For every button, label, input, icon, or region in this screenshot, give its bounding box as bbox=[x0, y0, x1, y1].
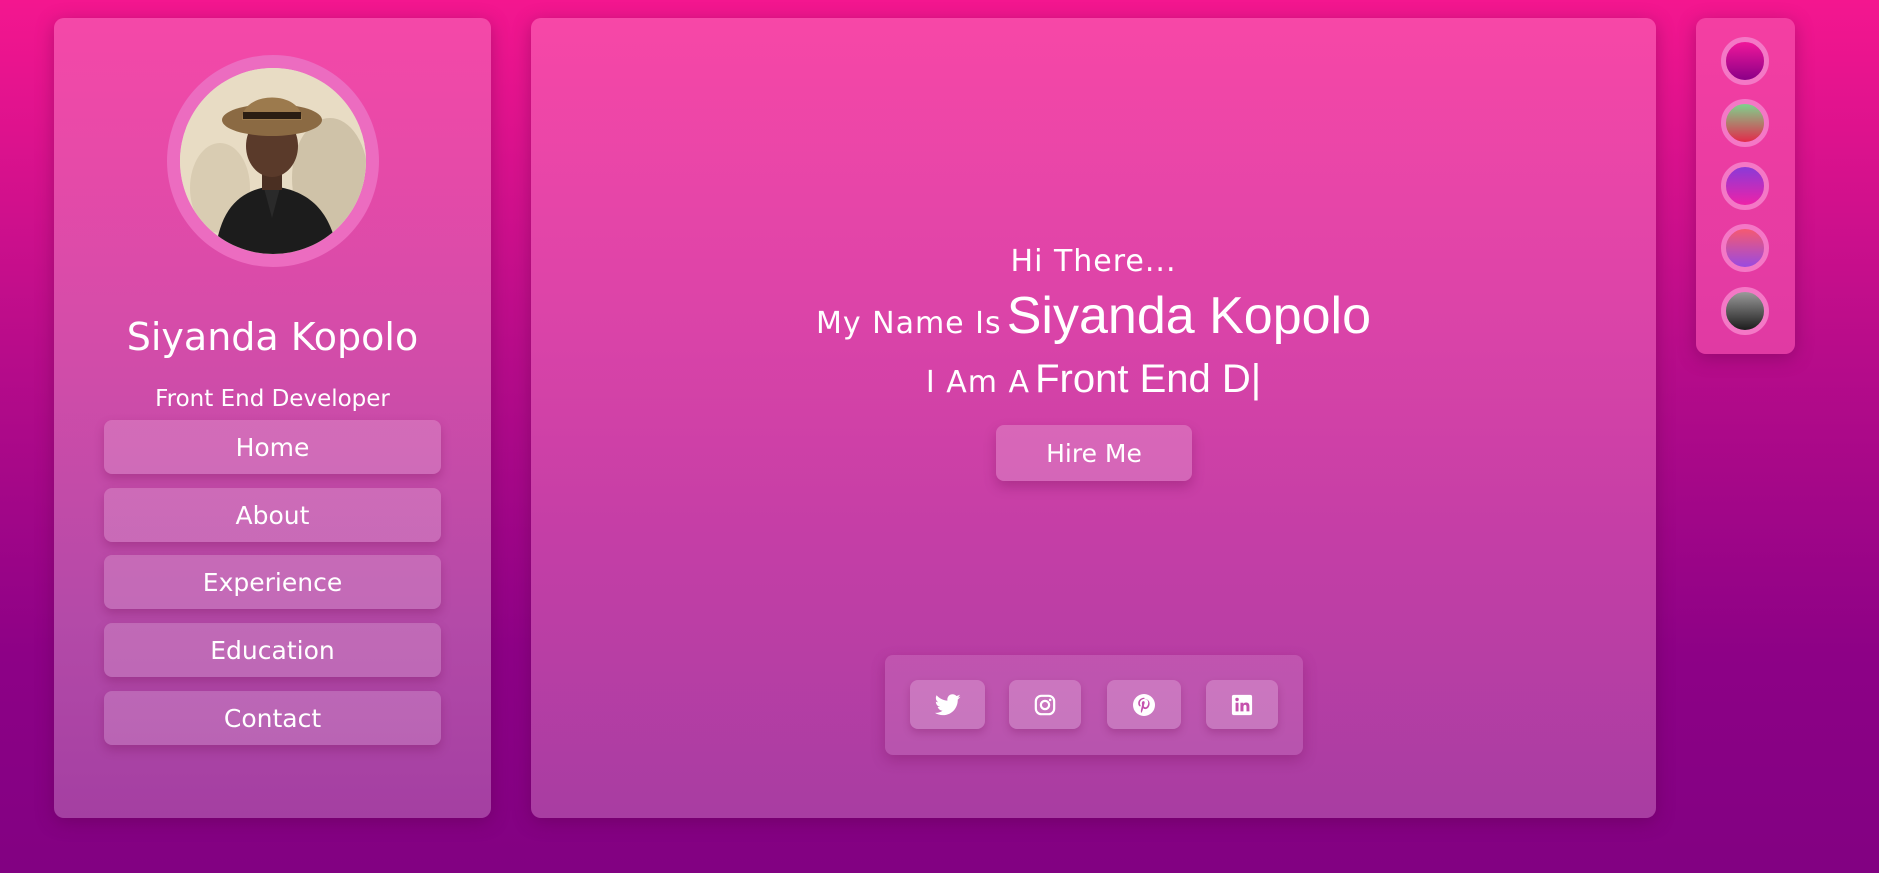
instagram-link[interactable] bbox=[1009, 680, 1081, 729]
theme-swatch-green-red[interactable] bbox=[1721, 99, 1769, 147]
nav-experience-button[interactable]: Experience bbox=[104, 555, 441, 609]
hero-name-prefix: My Name Is bbox=[815, 306, 1002, 341]
nav-education-button[interactable]: Education bbox=[104, 623, 441, 677]
hero-typed-role: Front End D| bbox=[1035, 357, 1262, 401]
instagram-icon bbox=[1034, 694, 1056, 715]
linkedin-icon bbox=[1231, 694, 1253, 715]
theme-swatch-pink-purple[interactable] bbox=[1721, 37, 1769, 85]
pinterest-link[interactable] bbox=[1107, 680, 1181, 729]
theme-swatch-coral-purple[interactable] bbox=[1721, 224, 1769, 272]
avatar-ring bbox=[167, 55, 379, 267]
twitter-link[interactable] bbox=[910, 680, 985, 729]
twitter-icon bbox=[934, 693, 961, 715]
hero-name: Siyanda Kopolo bbox=[1006, 287, 1372, 345]
hire-me-button[interactable]: Hire Me bbox=[996, 425, 1192, 481]
hero-role-line: I Am A Front End D| bbox=[531, 348, 1656, 418]
avatar bbox=[180, 68, 366, 254]
nav-contact-button[interactable]: Contact bbox=[104, 691, 441, 745]
profile-name: Siyanda Kopolo bbox=[126, 315, 419, 359]
profile-role: Front End Developer bbox=[155, 386, 390, 412]
pinterest-icon bbox=[1133, 693, 1155, 716]
sidebar-nav: Home About Experience Education Contact bbox=[104, 420, 441, 759]
linkedin-link[interactable] bbox=[1206, 680, 1278, 729]
nav-home-button[interactable]: Home bbox=[104, 420, 441, 474]
social-links bbox=[885, 655, 1303, 755]
hero-greeting: Hi There... bbox=[1010, 244, 1177, 279]
nav-about-button[interactable]: About bbox=[104, 488, 441, 542]
theme-switcher bbox=[1696, 18, 1795, 354]
hero-card: Hi There... My Name Is Siyanda Kopolo I … bbox=[531, 18, 1656, 818]
hero-role-prefix: I Am A bbox=[925, 365, 1031, 400]
theme-swatch-violet-pink[interactable] bbox=[1721, 162, 1769, 210]
theme-swatch-gray-black[interactable] bbox=[1721, 287, 1769, 335]
profile-card: Siyanda Kopolo Front End Developer Home … bbox=[54, 18, 491, 818]
